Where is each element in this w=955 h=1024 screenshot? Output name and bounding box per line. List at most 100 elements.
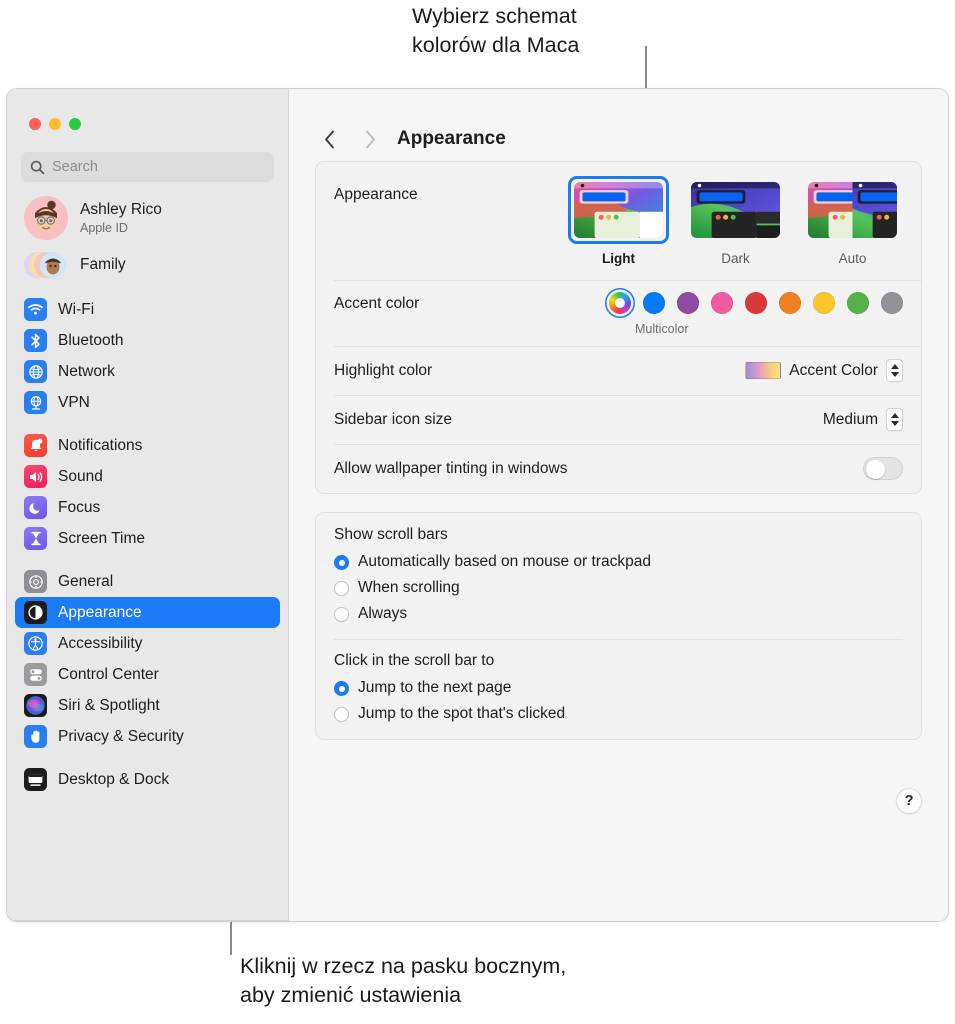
chevron-down-icon	[891, 421, 899, 426]
globe-icon	[24, 360, 47, 383]
radio-button[interactable]	[334, 681, 349, 696]
sidebar-item-desktop-dock[interactable]: Desktop & Dock	[15, 764, 280, 795]
search-input[interactable]	[52, 159, 265, 175]
sidebar-item-vpn[interactable]: VPN	[15, 387, 280, 418]
auto-thumbnail-frame	[802, 176, 903, 244]
sidebar-group-network: Wi-Fi Bluetooth	[7, 294, 288, 418]
siri-icon	[24, 694, 47, 717]
radio-label: Automatically based on mouse or trackpad	[358, 553, 651, 571]
click-scroll-bar-title: Click in the scroll bar to	[334, 652, 903, 670]
accent-swatch-pink[interactable]	[711, 292, 733, 314]
radio-click-spot-clicked[interactable]: Jump to the spot that's clicked	[334, 701, 903, 727]
accent-swatch-yellow[interactable]	[813, 292, 835, 314]
radio-label: Jump to the spot that's clicked	[358, 705, 565, 723]
close-button[interactable]	[29, 118, 41, 130]
scroll-bar-settings-card: Show scroll bars Automatically based on …	[315, 512, 922, 740]
radio-click-next-page[interactable]: Jump to the next page	[334, 675, 903, 701]
appearance-mode-auto[interactable]: Auto	[802, 176, 903, 266]
mode-label: Auto	[839, 251, 867, 266]
wallpaper-tinting-row: Allow wallpaper tinting in windows	[316, 444, 921, 493]
accent-swatch-blue[interactable]	[643, 292, 665, 314]
family-avatars-icon	[24, 250, 68, 280]
maximize-button[interactable]	[69, 118, 81, 130]
sidebar-group-alerts: Notifications Sound	[7, 430, 288, 554]
accent-color-options: Multicolor	[609, 292, 903, 336]
vpn-globe-icon	[24, 391, 47, 414]
wallpaper-tinting-control	[863, 457, 903, 480]
callout-bottom-text: Kliknij w rzecz na pasku bocznym, aby zm…	[240, 952, 566, 1010]
sidebar-item-label: Wi-Fi	[58, 301, 94, 319]
sidebar-item-family[interactable]: Family	[7, 240, 288, 280]
sidebar-item-label: Screen Time	[58, 530, 145, 548]
dark-thumbnail	[691, 182, 780, 238]
accessibility-icon	[24, 632, 47, 655]
highlight-color-popup-stepper[interactable]	[886, 359, 903, 382]
sidebar-item-apple-id[interactable]: Ashley Rico Apple ID	[7, 182, 288, 240]
radio-show-scrollbars-always[interactable]: Always	[334, 601, 903, 627]
appearance-icon	[24, 601, 47, 624]
chevron-up-icon	[891, 364, 899, 369]
gear-icon	[24, 570, 47, 593]
toggle-knob	[866, 460, 885, 479]
sidebar-icon-size-popup-stepper[interactable]	[886, 408, 903, 431]
wifi-icon	[24, 298, 47, 321]
sidebar-item-sound[interactable]: Sound	[15, 461, 280, 492]
hourglass-icon	[24, 527, 47, 550]
radio-button[interactable]	[334, 555, 349, 570]
sidebar-icon-size-value: Medium	[823, 411, 878, 429]
sidebar-item-control-center[interactable]: Control Center	[15, 659, 280, 690]
appearance-mode-dark[interactable]: Dark	[685, 176, 786, 266]
search-icon	[30, 160, 45, 175]
chevron-up-icon	[891, 413, 899, 418]
radio-show-scrollbars-auto[interactable]: Automatically based on mouse or trackpad	[334, 549, 903, 575]
mode-label: Light	[602, 251, 635, 266]
sidebar-item-label: Focus	[58, 499, 100, 517]
sidebar-item-accessibility[interactable]: Accessibility	[15, 628, 280, 659]
radio-button[interactable]	[334, 581, 349, 596]
sidebar-item-screen-time[interactable]: Screen Time	[15, 523, 280, 554]
appearance-mode-light[interactable]: Light	[568, 176, 669, 266]
highlight-color-control[interactable]: Accent Color	[745, 359, 903, 382]
radio-button[interactable]	[334, 707, 349, 722]
sidebar-item-label: General	[58, 573, 113, 591]
bluetooth-icon	[24, 329, 47, 352]
sidebar-item-focus[interactable]: Focus	[15, 492, 280, 523]
help-button[interactable]: ?	[896, 788, 922, 814]
sidebar-item-wi-fi[interactable]: Wi-Fi	[15, 294, 280, 325]
sidebar-item-privacy-security[interactable]: Privacy & Security	[15, 721, 280, 752]
accent-swatch-purple[interactable]	[677, 292, 699, 314]
minimize-button[interactable]	[49, 118, 61, 130]
accent-swatch-orange[interactable]	[779, 292, 801, 314]
accent-swatch-multicolor[interactable]	[609, 292, 631, 314]
mode-label: Dark	[721, 251, 750, 266]
radio-show-scrollbars-when-scrolling[interactable]: When scrolling	[334, 575, 903, 601]
appearance-settings-card: Appearance	[315, 161, 922, 494]
radio-label: When scrolling	[358, 579, 460, 597]
appearance-row-label: Appearance	[334, 176, 418, 204]
back-button[interactable]	[315, 124, 345, 154]
sidebar-icon-size-control[interactable]: Medium	[823, 408, 903, 431]
system-settings-window: Ashley Rico Apple ID	[6, 88, 949, 922]
wallpaper-tinting-toggle[interactable]	[863, 457, 903, 480]
sidebar-item-network[interactable]: Network	[15, 356, 280, 387]
accent-swatch-red[interactable]	[745, 292, 767, 314]
accent-swatch-graphite[interactable]	[881, 292, 903, 314]
sidebar-nav-list: Wi-Fi Bluetooth	[7, 294, 288, 795]
bell-icon	[24, 434, 47, 457]
sidebar-item-label: Privacy & Security	[58, 728, 184, 746]
sidebar-item-notifications[interactable]: Notifications	[15, 430, 280, 461]
light-thumbnail	[574, 182, 663, 238]
sidebar-item-appearance[interactable]: Appearance	[15, 597, 280, 628]
accent-swatch-green[interactable]	[847, 292, 869, 314]
search-field[interactable]	[21, 152, 274, 182]
highlight-color-row: Highlight color Accent Color	[316, 346, 921, 395]
sidebar-item-label: VPN	[58, 394, 90, 412]
sidebar-item-siri-spotlight[interactable]: Siri & Spotlight	[15, 690, 280, 721]
forward-button[interactable]	[355, 124, 385, 154]
sidebar-item-label: Sound	[58, 468, 103, 486]
sidebar-item-label: Accessibility	[58, 635, 142, 653]
radio-button[interactable]	[334, 607, 349, 622]
sidebar-item-bluetooth[interactable]: Bluetooth	[15, 325, 280, 356]
sidebar-item-general[interactable]: General	[15, 566, 280, 597]
help-button-area: ?	[289, 754, 948, 814]
